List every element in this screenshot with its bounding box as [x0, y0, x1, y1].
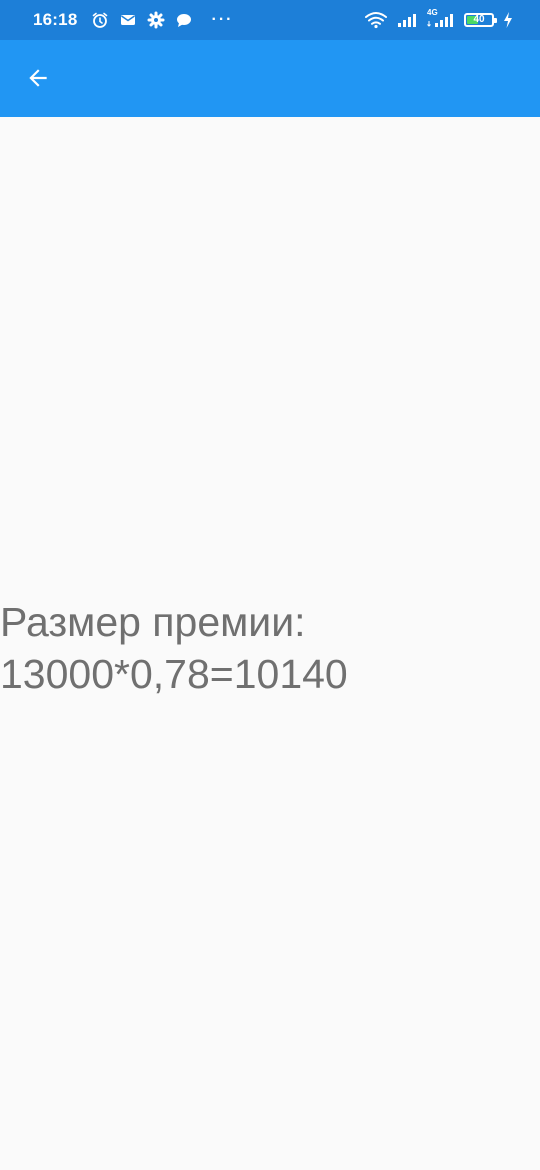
status-time: 16:18 [33, 10, 78, 29]
status-left: 16:18 ··· [33, 0, 233, 40]
signal-4g-icon: 4G [426, 8, 456, 29]
result-text: Размер премии: 13000*0,78=10140 [0, 596, 540, 700]
network-type-label: 4G [427, 8, 438, 17]
back-button[interactable] [14, 54, 62, 102]
alarm-icon [91, 11, 109, 29]
status-bar: 16:18 ··· 4G 40 [0, 0, 540, 40]
battery-cap [494, 18, 497, 23]
battery-level: 40 [473, 14, 485, 25]
charging-icon [502, 11, 514, 29]
result-value: 13000*0,78=10140 [0, 651, 348, 697]
arrow-back-icon [25, 65, 51, 91]
status-right: 4G 40 [364, 0, 514, 40]
mail-icon [119, 11, 137, 29]
more-notifications-icon: ··· [211, 11, 234, 28]
app-bar [0, 40, 540, 117]
result-label: Размер премии: [0, 599, 306, 645]
wifi-icon [364, 11, 388, 29]
settings-icon [147, 11, 165, 29]
main-content: Размер премии: 13000*0,78=10140 [0, 117, 540, 1170]
signal-icon [396, 11, 418, 29]
chat-icon [175, 11, 193, 29]
battery-icon: 40 [464, 13, 497, 27]
